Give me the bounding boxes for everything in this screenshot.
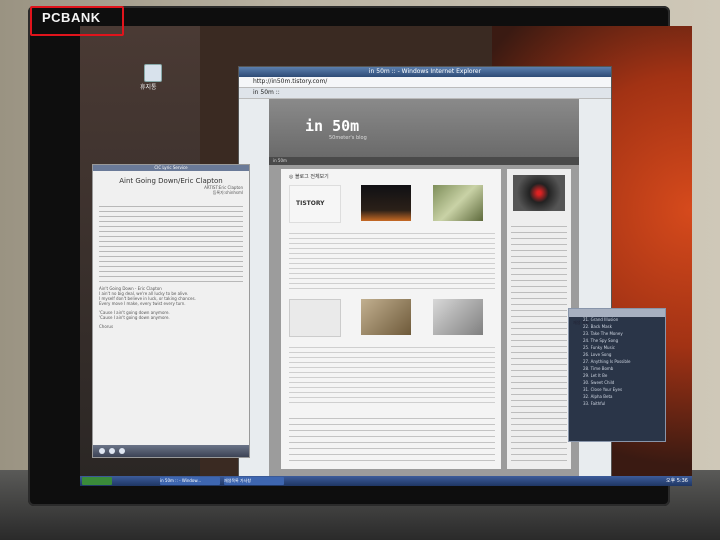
ie-window: in 50m :: - Windows Internet Explorer ht… [238,66,612,486]
ie-tab[interactable]: in 50m :: [239,88,611,99]
lyrics-line: Chorus [99,324,114,329]
lyrics-window: CIC Lyric Service Aint Going Down/Eric C… [92,164,250,458]
table-thumb[interactable] [289,299,341,337]
monitor-screen: 휴지통 in 50m :: - Windows Internet Explore… [80,26,692,486]
blog-title[interactable]: in 50m [305,117,359,135]
ie-titlebar[interactable]: in 50m :: - Windows Internet Explorer [239,67,611,77]
blog-nav[interactable]: in 50m [269,157,579,165]
taskbar: in 50m :: - Window... 재생목록 가사창 오후 5:36 [80,476,692,486]
next-icon[interactable] [119,448,125,454]
playlist-row[interactable]: 22. Back Mask [569,324,665,331]
playlist-titlebar[interactable]: 재생 목록 [569,309,665,325]
blog-main-content: ◎ 블로그 전체보기 TISTORY [281,169,501,469]
lyrics-info-block [99,202,243,282]
recycle-bin-icon[interactable] [144,64,162,82]
playlist-row[interactable]: 30. Sweet Child [569,380,665,387]
blog-page: in 50m 50meter's blog in 50m ◎ 블로그 전체보기 … [269,99,579,479]
media-player-bar[interactable] [93,445,249,457]
lyrics-titlebar[interactable]: CIC Lyric Service [93,165,249,171]
stop-icon[interactable] [109,448,115,454]
playlist-row[interactable]: 29. Let It Be [569,373,665,380]
watermark-logo: PCBANK [42,10,101,25]
playlist-row[interactable]: 24. The Spy Song [569,338,665,345]
playlist-row[interactable]: 33. Faithful [569,401,665,408]
tistory-thumb[interactable]: TISTORY [289,185,341,223]
playlist-row[interactable]: 26. Love Song [569,352,665,359]
lyrics-service-label: CIC Lyric Service [154,165,188,170]
ie-address-bar[interactable]: http://in50m.tistory.com/ [239,77,611,88]
sidebar-menu [511,221,567,461]
blog-header: in 50m 50meter's blog [269,99,579,157]
post-excerpts-row1 [289,229,495,289]
playlist-row[interactable]: 32. Alpha Beta [569,394,665,401]
objects-thumb[interactable] [361,299,411,335]
blog-subtitle: 50meter's blog [329,135,367,141]
tistory-label: TISTORY [296,200,325,207]
start-button[interactable] [82,477,112,485]
taskbar-item-lyrics[interactable]: 재생목록 가사창 [224,477,284,485]
recycle-bin-label: 휴지통 [140,84,157,91]
blocks-thumb[interactable] [433,185,483,221]
device-thumb[interactable] [433,299,483,335]
playlist-window: 재생 목록 21. Grand Illusion 22. Back Mask 2… [568,308,666,442]
post-header: ◎ 블로그 전체보기 [289,174,329,180]
playlist-row[interactable]: 25. Funky Music [569,345,665,352]
night-city-thumb[interactable] [361,185,411,221]
profile-image[interactable] [513,175,565,211]
blog-sidebar [507,169,571,469]
song-title: Aint Going Down/Eric Clapton [119,177,223,185]
playlist-row[interactable]: 27. Anything Is Possible [569,359,665,366]
taskbar-item-ie[interactable]: in 50m :: - Window... [160,477,220,485]
play-icon[interactable] [99,448,105,454]
recent-posts-box [289,413,495,463]
monitor-bezel: 휴지통 in 50m :: - Windows Internet Explore… [28,6,692,506]
playlist-row[interactable]: 28. Time Bomb [569,366,665,373]
clock: 오후 5:36 [665,478,688,484]
playlist-row[interactable]: 31. Close Your Eyes [569,387,665,394]
playlist-row[interactable]: 23. Take The Money [569,331,665,338]
post-excerpts-row2 [289,343,495,403]
